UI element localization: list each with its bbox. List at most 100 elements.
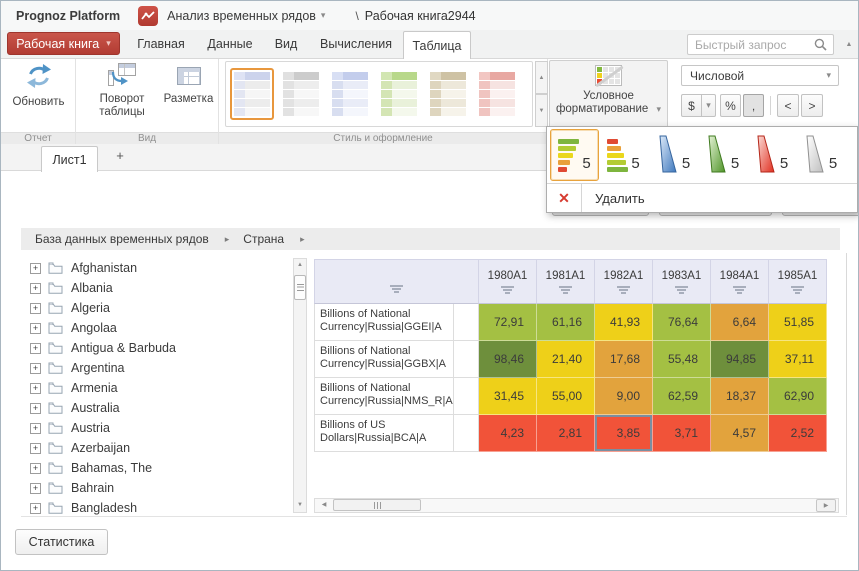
grid-cell-selected[interactable]: 3,85 — [595, 415, 653, 452]
grid-cell[interactable]: 6,64 — [711, 304, 769, 341]
tree-item[interactable]: Antigua & Barbuda — [30, 338, 176, 358]
grid-col-header[interactable]: 1980A1 — [479, 259, 537, 304]
filter-icon[interactable] — [791, 286, 804, 294]
grid-cell[interactable]: 98,46 — [479, 341, 537, 378]
grid-cell[interactable]: 18,37 — [711, 378, 769, 415]
tree-item[interactable]: Afghanistan — [30, 258, 137, 278]
grid-row-header[interactable]: Billions of USDollars|Russia|BCA|A — [314, 415, 454, 452]
grid-cell[interactable]: 17,68 — [595, 341, 653, 378]
table-style-option[interactable] — [279, 68, 323, 120]
grid-units-cell[interactable] — [454, 304, 479, 341]
number-format-select[interactable]: Числовой — [681, 65, 839, 86]
tree-item[interactable]: Angolaa — [30, 318, 117, 338]
scroll-right-icon[interactable] — [816, 499, 836, 512]
grid-units-cell[interactable] — [454, 415, 479, 452]
thousands-separator-button[interactable]: , — [743, 94, 764, 117]
conditional-formatting-button[interactable]: Условное форматирование — [549, 60, 668, 130]
filter-icon[interactable] — [675, 286, 688, 294]
grid-col-header[interactable]: 1983A1 — [653, 259, 711, 304]
tab-vid[interactable]: Вид — [264, 30, 308, 58]
grid-cell[interactable]: 55,00 — [537, 378, 595, 415]
grid-cell[interactable]: 31,45 — [479, 378, 537, 415]
table-style-option[interactable] — [475, 68, 519, 120]
pivot-table-button[interactable]: Повороттаблицы — [91, 62, 153, 119]
tab-glavnaya[interactable]: Главная — [129, 30, 193, 58]
filter-icon[interactable] — [390, 285, 403, 293]
expand-icon[interactable] — [30, 383, 41, 394]
expand-icon[interactable] — [30, 423, 41, 434]
tab-vychisleniya[interactable]: Вычисления — [311, 30, 401, 58]
percent-button[interactable]: % — [720, 94, 741, 117]
tree-scrollbar[interactable] — [293, 258, 307, 513]
grid-row-header[interactable]: Billions of NationalCurrency|Russia|GGEI… — [314, 304, 454, 341]
grid-cell[interactable]: 9,00 — [595, 378, 653, 415]
expand-icon[interactable] — [30, 463, 41, 474]
cf-option-wedge-gray[interactable]: 5 — [795, 129, 844, 181]
expand-icon[interactable] — [30, 323, 41, 334]
currency-button[interactable]: $ — [681, 94, 702, 117]
expand-icon[interactable] — [30, 303, 41, 314]
scrollbar-thumb[interactable] — [294, 275, 306, 300]
cf-delete-item[interactable]: Удалить — [547, 184, 857, 212]
tree-item[interactable]: Austria — [30, 418, 110, 438]
add-sheet-button[interactable]: + — [111, 148, 129, 167]
expand-icon[interactable] — [30, 443, 41, 454]
grid-cell[interactable]: 21,40 — [537, 341, 595, 378]
tree-item[interactable]: Bahrain — [30, 478, 114, 498]
tree-item[interactable]: Algeria — [30, 298, 110, 318]
layout-button[interactable]: Разметка — [161, 62, 216, 106]
breadcrumb-country[interactable]: Страна — [243, 232, 284, 246]
decrease-decimals-button[interactable]: < — [777, 94, 799, 117]
workbook-menu-button[interactable]: Рабочая книга — [7, 32, 120, 55]
grid-units-cell[interactable] — [454, 378, 479, 415]
grid-horizontal-scrollbar[interactable] — [314, 498, 839, 513]
tree-item[interactable]: Armenia — [30, 378, 118, 398]
grid-corner-header[interactable] — [314, 259, 479, 304]
grid-cell[interactable]: 2,81 — [537, 415, 595, 452]
grid-col-header[interactable]: 1981A1 — [537, 259, 595, 304]
expand-icon[interactable] — [30, 483, 41, 494]
grid-cell[interactable]: 2,52 — [769, 415, 827, 452]
gallery-scroll-up-icon[interactable] — [535, 61, 548, 94]
currency-dropdown-icon[interactable] — [702, 94, 716, 117]
increase-decimals-button[interactable]: > — [801, 94, 823, 117]
tree-item[interactable]: Bangladesh — [30, 498, 137, 516]
sheet-tab-list1[interactable]: Лист1 — [41, 146, 98, 172]
grid-cell[interactable]: 4,23 — [479, 415, 537, 452]
grid-row-header[interactable]: Billions of NationalCurrency|Russia|NMS_… — [314, 378, 454, 415]
table-style-option[interactable] — [230, 68, 274, 120]
grid-cell[interactable]: 62,90 — [769, 378, 827, 415]
scroll-left-icon[interactable] — [316, 499, 332, 512]
cf-option-wedge-green[interactable]: 5 — [697, 129, 746, 181]
grid-cell[interactable]: 4,57 — [711, 415, 769, 452]
grid-cell[interactable]: 76,64 — [653, 304, 711, 341]
expand-icon[interactable] — [30, 263, 41, 274]
table-style-option[interactable] — [377, 68, 421, 120]
grid-cell[interactable]: 41,93 — [595, 304, 653, 341]
cf-option-wedge-red[interactable]: 5 — [746, 129, 795, 181]
grid-row-header[interactable]: Billions of NationalCurrency|Russia|GGBX… — [314, 341, 454, 378]
tree-item[interactable]: Bahamas, The — [30, 458, 152, 478]
grid-units-cell[interactable] — [454, 341, 479, 378]
scroll-up-icon[interactable] — [294, 259, 306, 272]
tree-item[interactable]: Albania — [30, 278, 113, 298]
search-icon[interactable] — [814, 38, 827, 51]
module-menu[interactable]: Анализ временных рядов — [167, 9, 325, 23]
tab-tablitsa[interactable]: Таблица — [403, 31, 471, 59]
tree-item[interactable]: Australia — [30, 398, 120, 418]
expand-icon[interactable] — [30, 363, 41, 374]
expand-icon[interactable] — [30, 403, 41, 414]
cf-option-bars-green-red[interactable]: 5 — [550, 129, 599, 181]
grid-col-header[interactable]: 1982A1 — [595, 259, 653, 304]
expand-icon[interactable] — [30, 503, 41, 514]
breadcrumb-database[interactable]: База данных временных рядов — [35, 232, 209, 246]
tree-item[interactable]: Argentina — [30, 358, 125, 378]
gallery-scroll-down-icon[interactable] — [535, 94, 548, 127]
tab-dannye[interactable]: Данные — [199, 30, 261, 58]
grid-col-header[interactable]: 1984A1 — [711, 259, 769, 304]
expand-icon[interactable] — [30, 343, 41, 354]
tree-item[interactable]: Azerbaijan — [30, 438, 130, 458]
collapse-ribbon-icon[interactable] — [843, 38, 855, 50]
grid-cell[interactable]: 94,85 — [711, 341, 769, 378]
grid-col-header[interactable]: 1985A1 — [769, 259, 827, 304]
